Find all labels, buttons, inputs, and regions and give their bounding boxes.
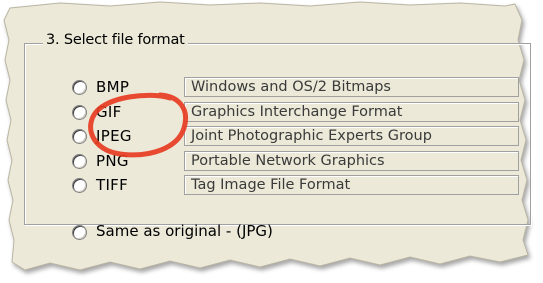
option-code-png: PNG xyxy=(96,152,129,170)
option-same-as-original[interactable]: Same as original - (JPG) xyxy=(72,222,472,242)
option-desc-jpeg: Joint Photographic Experts Group xyxy=(184,126,519,146)
radio-jpeg[interactable] xyxy=(72,129,87,144)
option-code-gif: GIF xyxy=(96,103,122,121)
option-desc-png: Portable Network Graphics xyxy=(184,151,519,171)
screenshot-stage: 3. Select file format BMP Windows and OS… xyxy=(0,0,543,283)
option-png[interactable]: PNG Portable Network Graphics xyxy=(72,151,522,171)
option-jpeg[interactable]: JPEG Joint Photographic Experts Group xyxy=(72,126,522,146)
radio-tiff[interactable] xyxy=(72,178,87,193)
option-desc-bmp: Windows and OS/2 Bitmaps xyxy=(184,77,519,97)
radio-gif[interactable] xyxy=(72,105,87,120)
option-code-jpeg: JPEG xyxy=(96,127,132,145)
radio-same-as-original[interactable] xyxy=(72,225,87,240)
option-tiff[interactable]: TIFF Tag Image File Format xyxy=(72,175,522,195)
option-bmp[interactable]: BMP Windows and OS/2 Bitmaps xyxy=(72,77,522,97)
file-format-dialog: 3. Select file format BMP Windows and OS… xyxy=(0,0,543,283)
option-code-tiff: TIFF xyxy=(96,176,129,194)
option-code-bmp: BMP xyxy=(96,78,130,96)
option-gif[interactable]: GIF Graphics Interchange Format xyxy=(72,102,522,122)
option-desc-tiff: Tag Image File Format xyxy=(184,175,519,195)
radio-bmp[interactable] xyxy=(72,80,87,95)
same-as-original-label: Same as original - (JPG) xyxy=(96,222,273,240)
group-title: 3. Select file format xyxy=(43,32,188,48)
option-desc-gif: Graphics Interchange Format xyxy=(184,102,519,122)
radio-png[interactable] xyxy=(72,154,87,169)
